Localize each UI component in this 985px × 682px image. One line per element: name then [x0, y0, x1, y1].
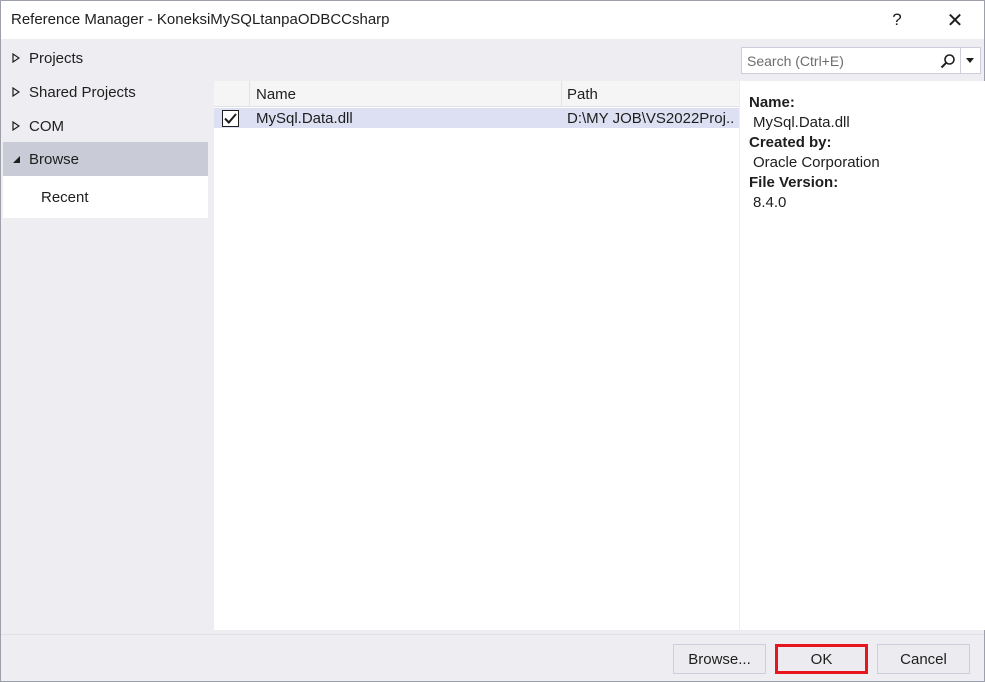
sidebar-item-label: Shared Projects: [29, 83, 136, 101]
sidebar-nav: Projects Shared Projects COM Browse: [3, 41, 208, 631]
reference-manager-dialog: Reference Manager - KoneksiMySQLtanpaODB…: [0, 0, 985, 682]
sidebar-item-label: Projects: [29, 49, 84, 67]
expand-arrow-icon: [3, 121, 29, 131]
search-options-dropdown[interactable]: [960, 48, 978, 73]
detail-created-label: Created by:: [749, 134, 832, 151]
search-icon[interactable]: [936, 49, 960, 73]
column-header-path[interactable]: Path: [562, 81, 739, 107]
details-panel: Name: MySql.Data.dll Created by: Oracle …: [740, 81, 985, 630]
detail-version-label: File Version:: [749, 174, 839, 191]
row-path: D:\MY JOB\VS2022Proj...: [567, 109, 735, 127]
expand-arrow-icon: [3, 53, 29, 63]
search-input[interactable]: [742, 48, 936, 73]
checkmark-icon: [224, 112, 237, 124]
window-title: Reference Manager - KoneksiMySQLtanpaODB…: [11, 11, 390, 28]
browse-button[interactable]: Browse...: [673, 644, 766, 674]
column-header-name[interactable]: Name: [250, 81, 562, 107]
sidebar-item-com[interactable]: COM: [3, 109, 208, 143]
sidebar-item-shared-projects[interactable]: Shared Projects: [3, 75, 208, 109]
detail-version-value: 8.4.0: [753, 194, 787, 211]
list-header: Name Path: [214, 81, 739, 107]
table-row[interactable]: MySql.Data.dll D:\MY JOB\VS2022Proj...: [214, 108, 739, 128]
detail-name-label: Name:: [749, 94, 795, 111]
sidebar-subitem-label: Recent: [41, 188, 89, 206]
row-name: MySql.Data.dll: [256, 109, 353, 127]
row-checkbox-cell: [222, 108, 240, 128]
expand-arrow-icon: [3, 87, 29, 97]
row-checkbox[interactable]: [222, 109, 239, 127]
reference-list: Name Path MySql.Data.dll D:\MY JOB\VS202…: [214, 81, 739, 630]
sidebar-subitem-recent[interactable]: Recent: [3, 176, 208, 218]
sidebar-item-browse[interactable]: Browse: [3, 142, 208, 176]
sidebar-item-label: COM: [29, 117, 64, 135]
ok-button[interactable]: OK: [775, 644, 868, 674]
cancel-button[interactable]: Cancel: [877, 644, 970, 674]
close-button[interactable]: ✕: [939, 5, 971, 35]
footer-divider: [1, 634, 984, 635]
sidebar-item-label: Browse: [29, 150, 80, 168]
sidebar-item-projects[interactable]: Projects: [3, 41, 208, 75]
help-button[interactable]: ?: [881, 5, 913, 35]
chevron-down-icon: [965, 58, 974, 63]
column-header-check[interactable]: [214, 81, 250, 107]
search-box: [741, 47, 981, 74]
detail-name-value: MySql.Data.dll: [753, 114, 850, 131]
collapse-arrow-icon: [3, 155, 29, 164]
title-bar: Reference Manager - KoneksiMySQLtanpaODB…: [1, 1, 984, 39]
detail-created-value: Oracle Corporation: [753, 154, 880, 171]
